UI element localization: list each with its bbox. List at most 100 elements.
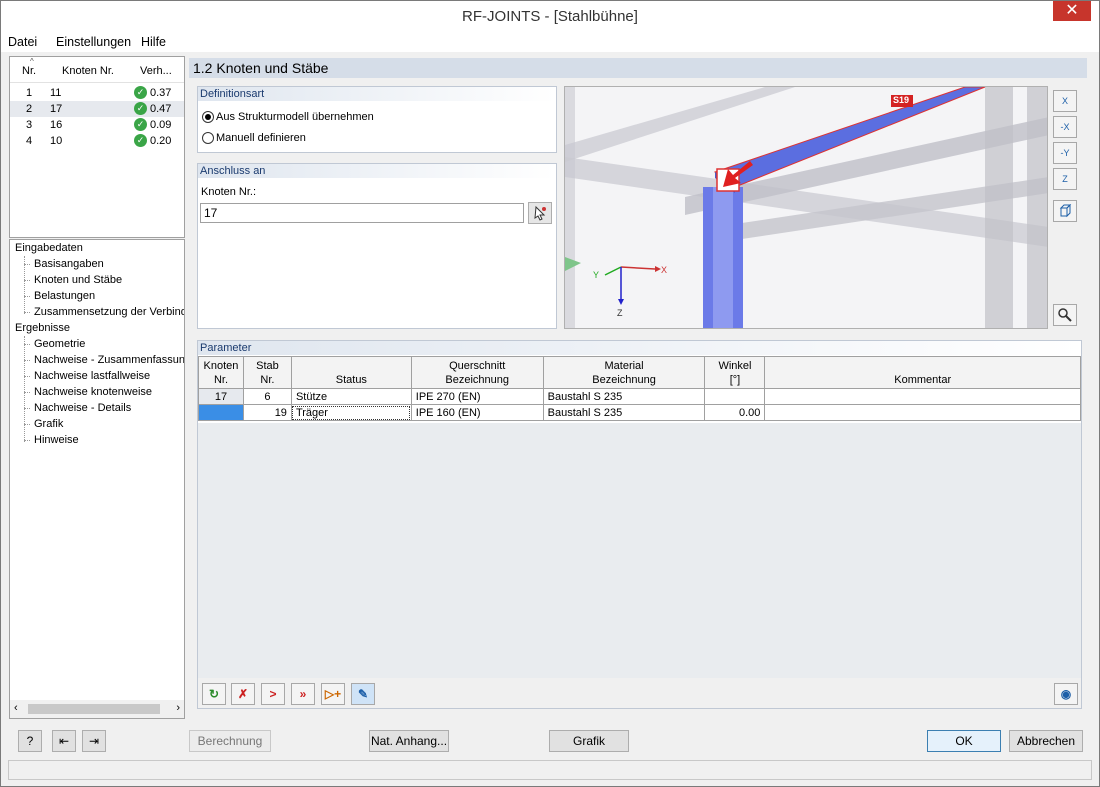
nav-nachweise-zusammenfassung[interactable]: Nachweise - Zusammenfassung	[34, 354, 184, 366]
list-item[interactable]: 2 17 ✓ 0.47	[10, 101, 184, 117]
col-nr[interactable]: Nr.	[22, 65, 36, 77]
help-icon: ?	[26, 734, 34, 748]
nav-nachweise-details[interactable]: Nachweise - Details	[34, 402, 131, 414]
cell-material[interactable]: Baustahl S 235	[542, 404, 706, 421]
row-knoten: 11	[50, 87, 62, 99]
add-button[interactable]: ▷+	[321, 683, 345, 705]
title-bar: RF-JOINTS - [Stahlbühne] ✕	[1, 1, 1099, 32]
nav-knoten-staebe[interactable]: Knoten und Stäbe	[34, 274, 122, 286]
check-icon: ✓	[134, 118, 147, 131]
zoom-icon	[1058, 308, 1072, 322]
parameter-table: Knoten Nr. Stab Nr. Status Querschnitt Beze…	[198, 356, 1081, 421]
cell-stab[interactable]: 6	[242, 388, 292, 405]
export-icon: ⇥	[88, 734, 100, 748]
close-button[interactable]: ✕	[1053, 1, 1091, 21]
radio-struktur[interactable]	[202, 111, 214, 123]
cube-icon	[1059, 203, 1072, 218]
list-item[interactable]: 4 10 ✓ 0.20	[10, 133, 184, 149]
nav-nachweise-knotenweise[interactable]: Nachweise knotenweise	[34, 386, 152, 398]
menu-datei[interactable]: Datei	[8, 35, 37, 49]
row-nr: 4	[26, 135, 33, 147]
cell-status[interactable]: Stütze	[290, 388, 412, 405]
axis-y-label: Y	[593, 270, 600, 280]
help-button[interactable]: ?	[18, 730, 42, 752]
radio-manuell-label[interactable]: Manuell definieren	[216, 132, 306, 144]
radio-struktur-label[interactable]: Aus Strukturmodell übernehmen	[216, 111, 374, 123]
export-button[interactable]: ⇥	[82, 730, 106, 752]
list-item[interactable]: 1 11 ✓ 0.37	[10, 85, 184, 101]
cell-winkel[interactable]: 0.00	[704, 404, 766, 421]
cell-kommentar[interactable]	[764, 404, 1081, 421]
cell-knoten[interactable]	[198, 404, 244, 421]
nav-hinweise[interactable]: Hinweise	[34, 434, 79, 446]
cell-winkel[interactable]	[704, 388, 766, 405]
nat-anhang-button[interactable]: Nat. Anhang...	[369, 730, 449, 752]
pick-cursor-icon	[534, 205, 546, 221]
definitionsart-group: Definitionsart Aus Strukturmodell überne…	[197, 86, 557, 153]
knoten-nr-label: Knoten Nr.:	[201, 186, 257, 198]
cell-querschnitt[interactable]: IPE 160 (EN)	[410, 404, 544, 421]
nav-belastungen[interactable]: Belastungen	[34, 290, 95, 302]
view-button[interactable]: ◉	[1054, 683, 1078, 705]
nav-eingabedaten[interactable]: Eingabedaten	[15, 242, 83, 254]
refresh-button[interactable]: ↻	[202, 683, 226, 705]
berechnung-button[interactable]: Berechnung	[189, 730, 271, 752]
col-knoten[interactable]: Knoten Nr.	[62, 65, 114, 77]
nav-nachweise-lastfallweise[interactable]: Nachweise lastfallweise	[34, 370, 150, 382]
menu-einstellungen[interactable]: Einstellungen	[56, 35, 131, 49]
view-iso-button[interactable]	[1053, 200, 1077, 222]
nav-grafik[interactable]: Grafik	[34, 418, 63, 430]
delete-button[interactable]: ✗	[231, 683, 255, 705]
list-item[interactable]: 3 16 ✓ 0.09	[10, 117, 184, 133]
member-label: S19	[893, 95, 910, 105]
scroll-left-icon[interactable]: ‹	[14, 702, 18, 714]
cell-material[interactable]: Baustahl S 235	[542, 388, 706, 405]
header-material: Material Bezeichnung	[542, 356, 706, 389]
menu-hilfe[interactable]: Hilfe	[141, 35, 166, 49]
view-x-button[interactable]: X	[1053, 90, 1077, 112]
cell-knoten[interactable]: 17	[198, 388, 244, 405]
horizontal-scrollbar[interactable]: ‹ ›	[10, 700, 184, 718]
ok-button[interactable]: OK	[927, 730, 1001, 752]
scrollbar-thumb[interactable]	[28, 704, 160, 714]
table-row[interactable]: 19 Träger IPE 160 (EN) Baustahl S 235 0.…	[198, 404, 1081, 421]
nodes-list-header: ^ Nr. Knoten Nr. Verh...	[10, 57, 184, 83]
cell-querschnitt[interactable]: IPE 270 (EN)	[410, 388, 544, 405]
status-bar	[8, 760, 1092, 780]
cell-status[interactable]: Träger	[290, 404, 412, 421]
next-button[interactable]: >	[261, 683, 285, 705]
table-toolbar: ↻ ✗ > » ▷+ ✎ ◉	[198, 678, 1081, 708]
3d-model-graphic	[565, 87, 1047, 328]
parameter-group: Parameter Knoten Nr. Stab Nr. Status Quers…	[197, 340, 1082, 709]
add-icon: ▷+	[324, 687, 342, 701]
nav-basisangaben[interactable]: Basisangaben	[34, 258, 104, 270]
navigator-tree: Eingabedaten Basisangaben Knoten und Stä…	[9, 239, 185, 719]
eye-icon: ◉	[1060, 687, 1072, 701]
parameter-label: Parameter	[198, 341, 1081, 355]
view-z-button[interactable]: Z	[1053, 168, 1077, 190]
last-button[interactable]: »	[291, 683, 315, 705]
nav-zusammensetzung[interactable]: Zusammensetzung der Verbindung	[34, 306, 184, 318]
import-button[interactable]: ⇤	[52, 730, 76, 752]
abbrechen-button[interactable]: Abbrechen	[1009, 730, 1083, 752]
zoom-select-button[interactable]	[1053, 304, 1077, 326]
check-icon: ✓	[134, 134, 147, 147]
grafik-button[interactable]: Grafik	[549, 730, 629, 752]
nav-ergebnisse[interactable]: Ergebnisse	[15, 322, 70, 334]
view-minus-y-icon: -Y	[1060, 148, 1070, 158]
table-row[interactable]: 17 6 Stütze IPE 270 (EN) Baustahl S 235	[198, 388, 1081, 405]
scroll-right-icon[interactable]: ›	[176, 702, 180, 714]
view-minus-y-button[interactable]: -Y	[1053, 142, 1077, 164]
nav-geometrie[interactable]: Geometrie	[34, 338, 85, 350]
pick-node-button[interactable]	[528, 202, 552, 224]
header-kommentar: Kommentar	[764, 356, 1081, 389]
col-verh[interactable]: Verh...	[140, 65, 172, 77]
cell-kommentar[interactable]	[764, 388, 1081, 405]
view-minus-x-button[interactable]: -X	[1053, 116, 1077, 138]
cell-stab[interactable]: 19	[242, 404, 292, 421]
structure-3d-view[interactable]: S19 X Y Z	[564, 86, 1048, 329]
header-knoten: Knoten Nr.	[198, 356, 244, 389]
radio-manuell[interactable]	[202, 132, 214, 144]
knoten-nr-input[interactable]: 17	[200, 203, 524, 223]
pick-button[interactable]: ✎	[351, 683, 375, 705]
